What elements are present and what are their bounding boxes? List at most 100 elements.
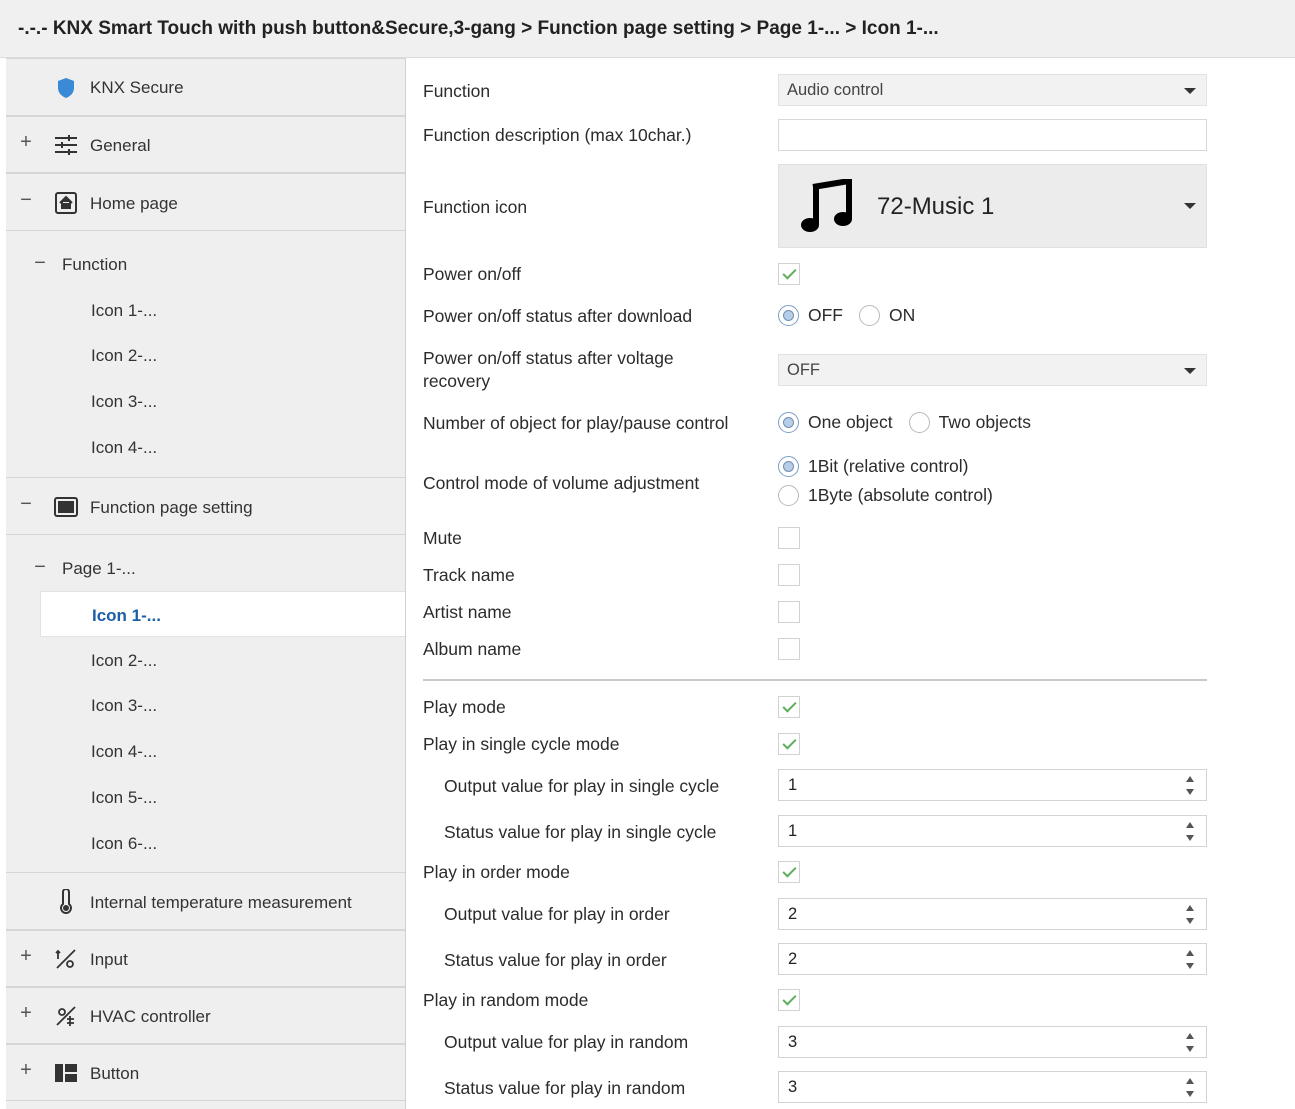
collapse-icon[interactable]: − bbox=[16, 493, 36, 516]
power-after-voltage-select[interactable]: OFF bbox=[778, 354, 1207, 386]
order-output-label: Output value for play in order bbox=[444, 904, 670, 924]
sidebar-item-label: Icon 1-... bbox=[91, 301, 158, 320]
single-cycle-checkbox[interactable] bbox=[778, 733, 800, 755]
single-status-stepper[interactable]: 1 bbox=[778, 815, 1207, 847]
sidebar-item-input[interactable]: + Input bbox=[6, 930, 405, 987]
power-checkbox[interactable] bbox=[778, 263, 800, 285]
sidebar-item-function-page-setting[interactable]: − Function page setting bbox=[6, 477, 405, 535]
sidebar-item-page-icon-5[interactable]: Icon 5-... bbox=[6, 775, 405, 821]
radio-one-object[interactable]: One object bbox=[778, 412, 893, 433]
single-status-row: Status value for play in single cycle 1 bbox=[423, 815, 1213, 847]
spin-up-icon[interactable] bbox=[1186, 822, 1194, 828]
spin-down-icon[interactable] bbox=[1186, 835, 1194, 841]
mute-label: Mute bbox=[423, 528, 462, 548]
sidebar-item-home-icon-4[interactable]: Icon 4-... bbox=[6, 425, 405, 471]
function-row: Function Audio control bbox=[423, 74, 1213, 106]
radio-two-objects[interactable]: Two objects bbox=[908, 412, 1031, 433]
sidebar-item-label: Icon 4-... bbox=[91, 438, 158, 457]
home-icon bbox=[53, 190, 79, 216]
radio-1byte-circle[interactable] bbox=[778, 485, 799, 506]
power-after-voltage-row: Power on/off status after voltage recove… bbox=[423, 347, 1213, 397]
volume-mode-label: Control mode of volume adjustment bbox=[423, 473, 700, 493]
sidebar-item-knx-secure[interactable]: KNX Secure bbox=[6, 58, 405, 116]
spin-up-icon[interactable] bbox=[1186, 776, 1194, 782]
sidebar-item-hvac[interactable]: + HVAC controller bbox=[6, 987, 405, 1044]
sidebar-item-page-icon-1[interactable]: Icon 1-... bbox=[40, 591, 405, 637]
volume-mode-radio-1byte[interactable]: 1Byte (absolute control) bbox=[778, 485, 993, 506]
order-mode-label: Play in order mode bbox=[423, 862, 570, 882]
radio-1bit-circle[interactable] bbox=[778, 456, 799, 477]
shield-icon bbox=[53, 75, 79, 101]
spin-down-icon[interactable] bbox=[1186, 789, 1194, 795]
sidebar-item-internal-temperature[interactable]: Internal temperature measurement bbox=[6, 872, 405, 930]
power-row: Power on/off bbox=[423, 261, 1213, 289]
spin-down-icon[interactable] bbox=[1186, 918, 1194, 924]
sidebar-item-page-icon-4[interactable]: Icon 4-... bbox=[6, 729, 405, 775]
function-select[interactable]: Audio control bbox=[778, 74, 1207, 106]
random-output-stepper[interactable]: 3 bbox=[778, 1026, 1207, 1058]
radio-off[interactable]: OFF bbox=[778, 305, 843, 326]
play-mode-checkbox[interactable] bbox=[778, 696, 800, 718]
random-status-stepper[interactable]: 3 bbox=[778, 1071, 1207, 1103]
sidebar-item-page-icon-6[interactable]: Icon 6-... bbox=[6, 821, 405, 867]
input-icon bbox=[53, 946, 79, 972]
function-icon-select[interactable]: 72-Music 1 bbox=[778, 164, 1207, 248]
sidebar-item-label: General bbox=[90, 136, 151, 155]
order-output-stepper[interactable]: 2 bbox=[778, 898, 1207, 930]
expand-icon[interactable]: + bbox=[16, 945, 36, 968]
sidebar-item-button[interactable]: + Button bbox=[6, 1044, 405, 1101]
expand-icon[interactable]: + bbox=[16, 131, 36, 154]
spin-down-icon[interactable] bbox=[1186, 1046, 1194, 1052]
artist-name-checkbox[interactable] bbox=[778, 601, 800, 623]
section-divider bbox=[423, 679, 1207, 681]
sidebar-item-label: Icon 2-... bbox=[91, 651, 158, 670]
single-output-value: 1 bbox=[788, 776, 798, 794]
description-input[interactable] bbox=[778, 119, 1207, 151]
function-label: Function bbox=[423, 81, 491, 101]
random-mode-label: Play in random mode bbox=[423, 990, 589, 1010]
sidebar-item-home-icon-2[interactable]: Icon 2-... bbox=[6, 333, 405, 379]
sidebar-item-home-page[interactable]: − Home page bbox=[6, 173, 405, 231]
spin-up-icon[interactable] bbox=[1186, 950, 1194, 956]
sidebar-item-function[interactable]: − Function bbox=[6, 241, 405, 287]
radio-on-circle[interactable] bbox=[859, 305, 880, 326]
radio-on[interactable]: ON bbox=[859, 305, 915, 326]
random-mode-checkbox[interactable] bbox=[778, 989, 800, 1011]
breadcrumb: -.-.- KNX Smart Touch with push button&S… bbox=[18, 18, 939, 39]
sidebar-item-home-icon-1[interactable]: Icon 1-... bbox=[6, 287, 405, 333]
radio-one-object-circle[interactable] bbox=[778, 412, 799, 433]
order-mode-checkbox[interactable] bbox=[778, 861, 800, 883]
radio-two-objects-circle[interactable] bbox=[908, 412, 930, 433]
sidebar-item-general[interactable]: + General bbox=[6, 116, 405, 173]
sidebar-item-page-1[interactable]: − Page 1-... bbox=[6, 545, 405, 591]
artist-name-label: Artist name bbox=[423, 602, 512, 622]
sidebar-item-page-icon-3[interactable]: Icon 3-... bbox=[6, 683, 405, 729]
collapse-icon[interactable]: − bbox=[16, 189, 36, 212]
track-name-checkbox[interactable] bbox=[778, 564, 800, 586]
sidebar-item-label: Internal temperature measurement bbox=[90, 893, 352, 912]
collapse-icon[interactable]: − bbox=[30, 252, 50, 275]
function-icon-value: 72-Music 1 bbox=[877, 193, 995, 220]
order-output-row: Output value for play in order 2 bbox=[423, 898, 1213, 930]
spin-up-icon[interactable] bbox=[1186, 1078, 1194, 1084]
spin-down-icon[interactable] bbox=[1186, 963, 1194, 969]
sliders-icon bbox=[53, 132, 79, 158]
volume-mode-radio-1bit[interactable]: 1Bit (relative control) bbox=[778, 456, 968, 477]
sidebar-item-page-icon-2[interactable]: Icon 2-... bbox=[6, 637, 405, 683]
radio-1byte-label: 1Byte (absolute control) bbox=[808, 485, 993, 505]
album-name-checkbox[interactable] bbox=[778, 638, 800, 660]
expand-icon[interactable]: + bbox=[16, 1059, 36, 1082]
sidebar: KNX Secure + General − Home page − Funct… bbox=[6, 58, 406, 1109]
spin-up-icon[interactable] bbox=[1186, 905, 1194, 911]
expand-icon[interactable]: + bbox=[16, 1002, 36, 1025]
mute-checkbox[interactable] bbox=[778, 527, 800, 549]
radio-off-circle[interactable] bbox=[778, 305, 799, 326]
sidebar-item-label: Icon 5-... bbox=[91, 788, 158, 807]
power-after-download-label: Power on/off status after download bbox=[423, 306, 693, 326]
collapse-icon[interactable]: − bbox=[30, 556, 50, 579]
spin-down-icon[interactable] bbox=[1186, 1091, 1194, 1097]
sidebar-item-home-icon-3[interactable]: Icon 3-... bbox=[6, 379, 405, 425]
spin-up-icon[interactable] bbox=[1186, 1033, 1194, 1039]
single-output-stepper[interactable]: 1 bbox=[778, 769, 1207, 801]
order-status-stepper[interactable]: 2 bbox=[778, 943, 1207, 975]
